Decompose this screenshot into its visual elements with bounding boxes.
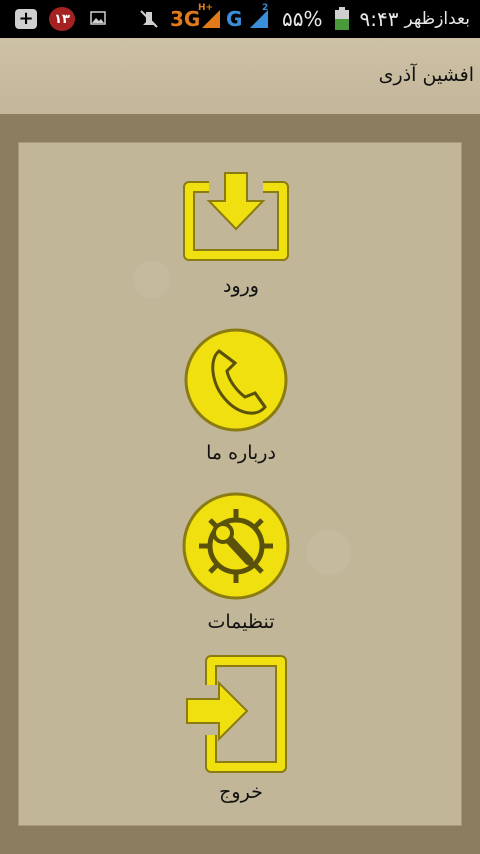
status-bar: + ۱۳ 3G H+ G 2 ۵۵% بعدازظهر ۹:۴۳: [0, 0, 480, 38]
menu-item-label: تنظیمات: [207, 611, 275, 633]
menu-panel: ورود درباره ما تنظیمات خروج: [18, 142, 462, 826]
title-bar: افشین آذری: [0, 38, 480, 114]
signal-icon: [200, 8, 222, 30]
sim-number: 2: [262, 3, 269, 13]
clock-time: ۹:۴۳: [359, 7, 399, 31]
menu-item-label: خروج: [219, 781, 263, 803]
phone-icon: [181, 325, 291, 435]
battery-icon: [334, 7, 350, 31]
exit-icon: [181, 655, 291, 775]
menu-item-label: درباره ما: [206, 442, 276, 464]
settings-icon: [181, 491, 291, 601]
add-icon: +: [15, 9, 37, 29]
menu-item-login[interactable]: ورود: [19, 163, 463, 303]
clock-ampm: بعدازظهر: [404, 9, 470, 29]
notification-badge: ۱۳: [49, 7, 75, 31]
menu-item-settings[interactable]: تنظیمات: [19, 491, 463, 636]
menu-item-label: ورود: [223, 275, 259, 297]
network-g-label: G: [226, 7, 243, 31]
mute-icon: [138, 8, 160, 30]
page-title: افشین آذری: [378, 64, 474, 86]
clock: بعدازظهر ۹:۴۳: [359, 0, 470, 38]
image-icon: [90, 10, 106, 26]
menu-item-about[interactable]: درباره ما: [19, 325, 463, 465]
menu-item-exit[interactable]: خروج: [19, 655, 463, 815]
network-3g-label: 3G: [170, 7, 201, 31]
battery-percent: ۵۵%: [282, 7, 323, 31]
login-icon: [181, 171, 291, 281]
